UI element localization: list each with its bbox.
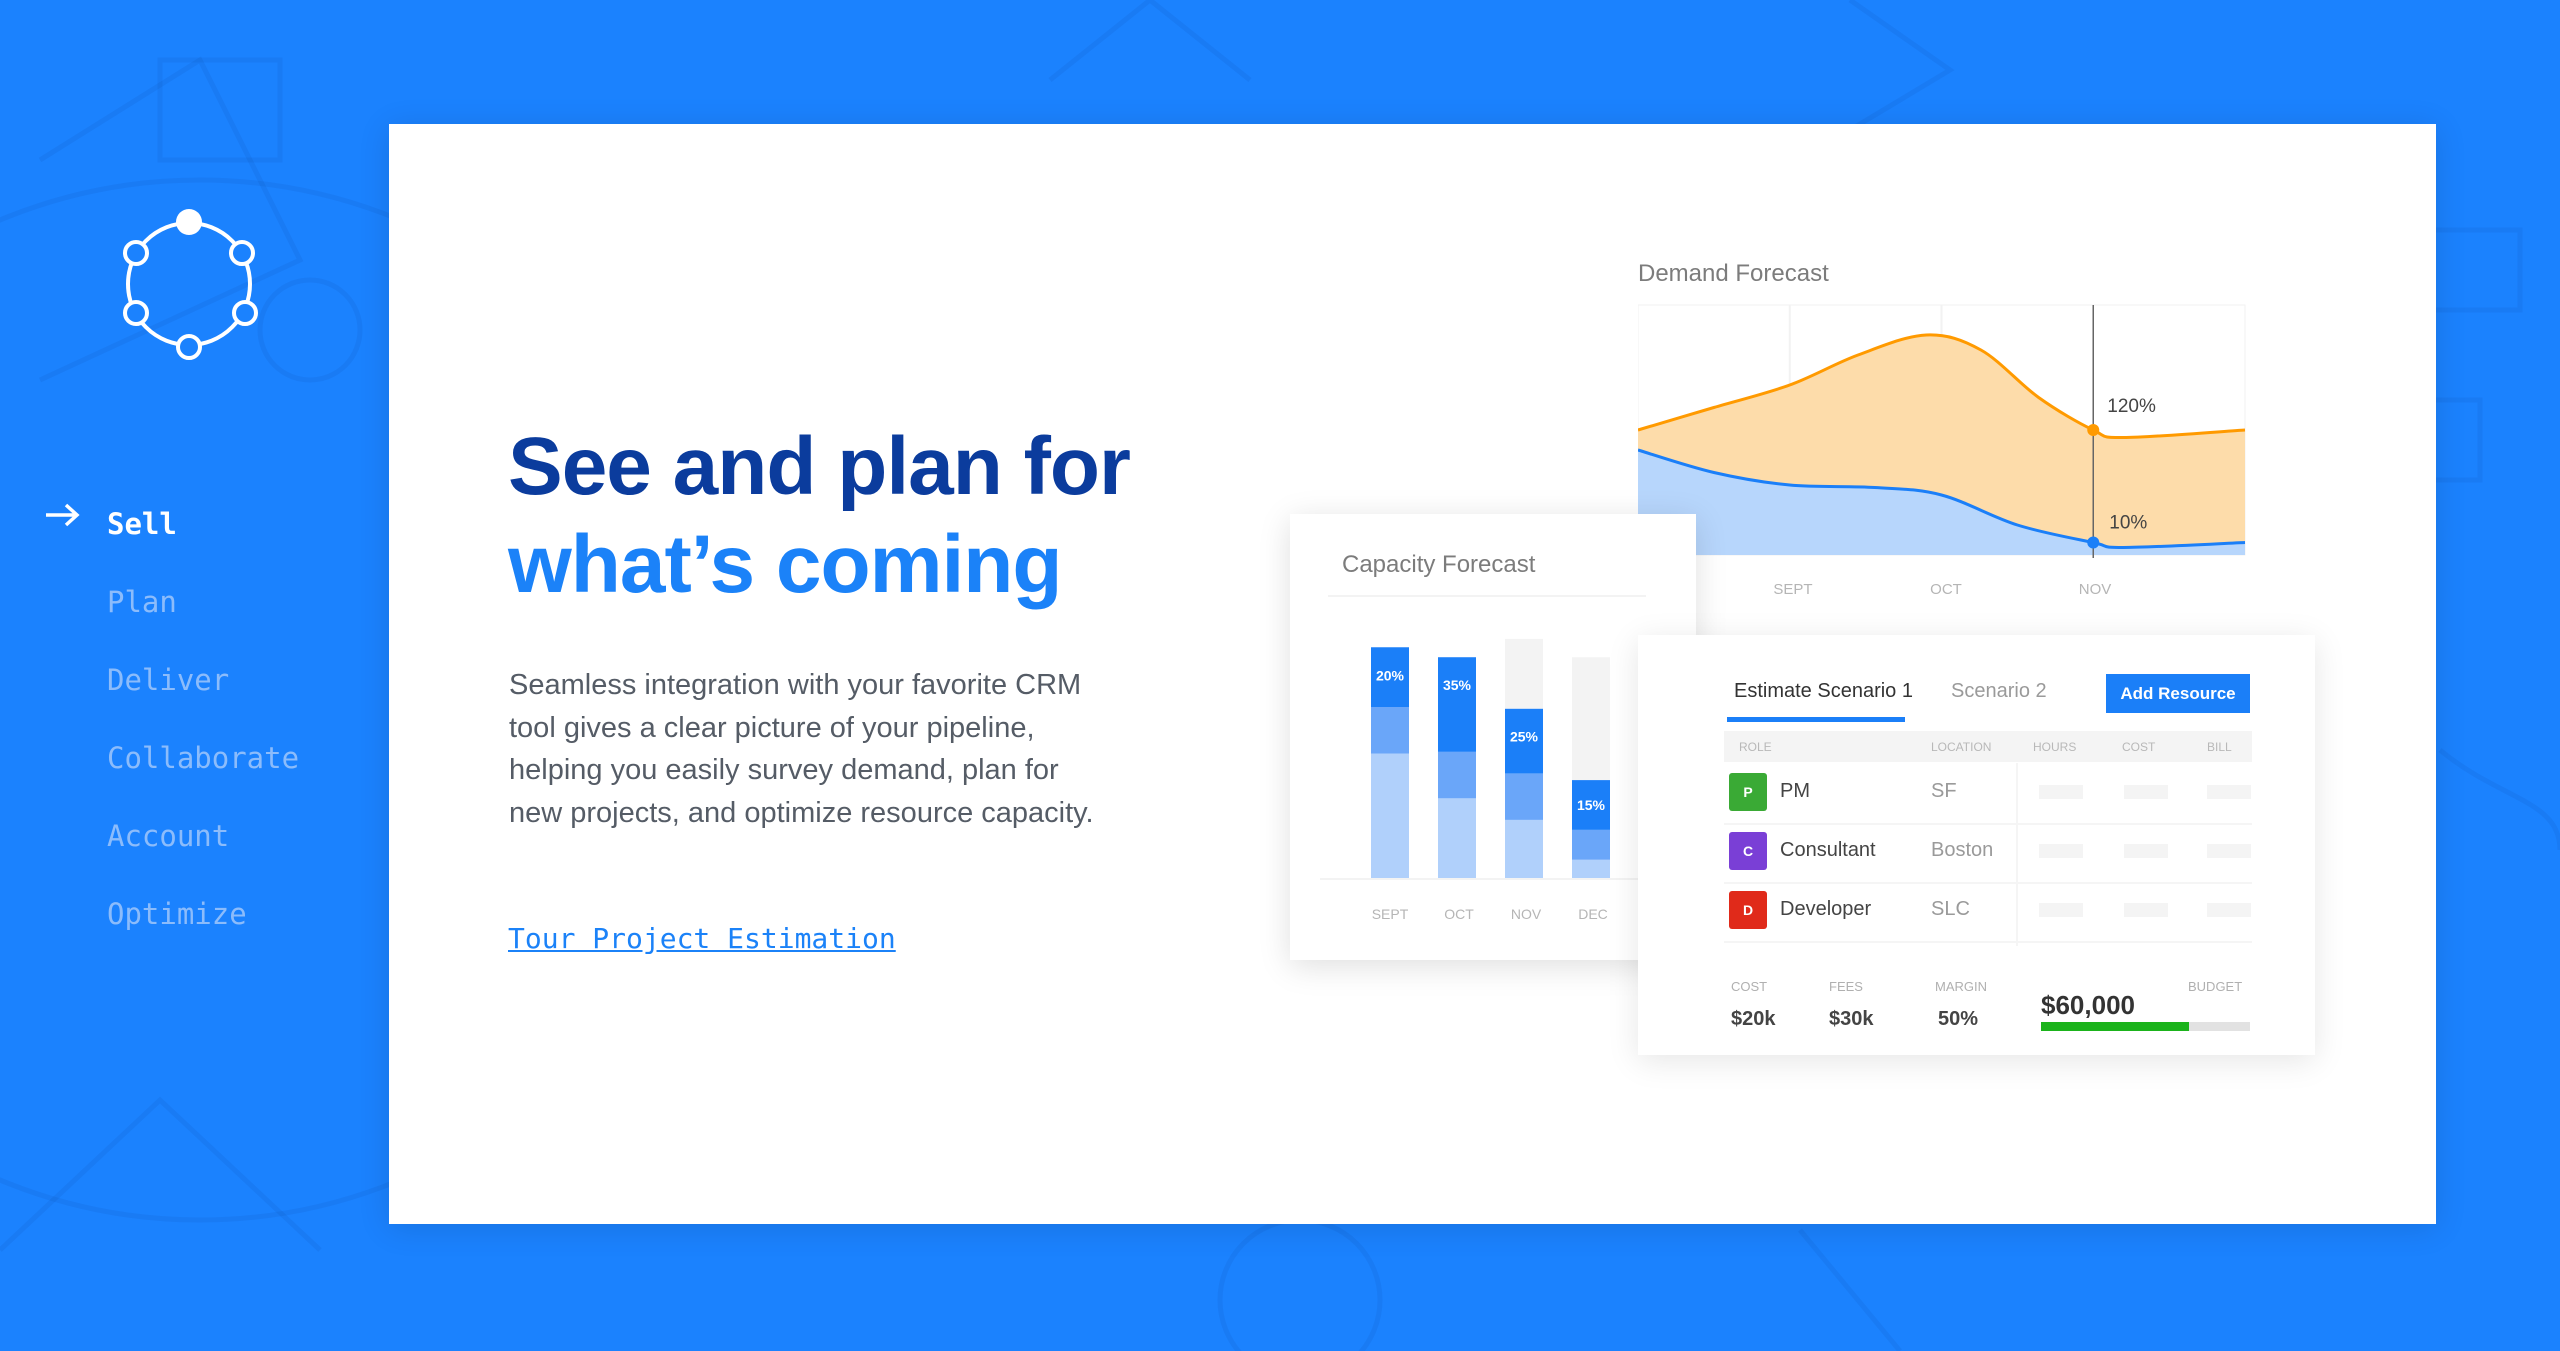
bar-segment-dec xyxy=(1572,859,1610,878)
add-resource-button[interactable]: Add Resource xyxy=(2106,674,2250,713)
fees-label: FEES xyxy=(1829,979,1863,994)
budget-label: BUDGET xyxy=(2188,979,2243,994)
estimate-card: Estimate Scenario 1 Scenario 2 Add Resou… xyxy=(1638,635,2315,1055)
bar-data-label: 35% xyxy=(1443,677,1472,693)
bar-x-label: OCT xyxy=(1444,906,1474,922)
nav-item-collaborate[interactable]: Collaborate xyxy=(107,741,299,775)
margin-value: 50% xyxy=(1938,1008,1979,1030)
column-header: BILL xyxy=(2207,740,2232,754)
bar-data-label: 15% xyxy=(1577,797,1606,813)
cost-placeholder xyxy=(2124,903,2168,917)
table-header: ROLE LOCATION HOURS COST BILL xyxy=(1724,731,2252,762)
margin-label: MARGIN xyxy=(1935,979,1987,994)
nav-item-plan[interactable]: Plan xyxy=(107,585,177,619)
orange-marker-label: 120% xyxy=(2107,396,2156,417)
bar-segment-nov xyxy=(1505,819,1543,878)
active-tab-indicator xyxy=(1727,717,1905,722)
blue-marker-point xyxy=(2087,536,2100,549)
demand-forecast-title: Demand Forecast xyxy=(1638,260,1829,287)
nav-item-sell[interactable]: Sell xyxy=(107,507,177,541)
hours-placeholder xyxy=(2039,844,2083,858)
role-name: Developer xyxy=(1780,898,1872,920)
demand-forecast-chart: 120% 10% xyxy=(1638,304,2246,558)
nav-item-account[interactable]: Account xyxy=(107,819,229,853)
bar-x-label: SEPT xyxy=(1372,906,1409,922)
role-location: SLC xyxy=(1931,898,1970,920)
role-name: Consultant xyxy=(1780,839,1876,861)
bar-segment-oct xyxy=(1438,657,1476,752)
arrow-right-icon xyxy=(46,503,80,527)
capacity-forecast-chart: 20% SEPT 35% OCT 25% NOV 15% DEC xyxy=(1320,638,1646,922)
role-location: SF xyxy=(1931,780,1957,802)
role-avatar: P xyxy=(1729,773,1767,811)
capacity-forecast-card: Capacity Forecast 20% SEPT 35% OCT 25% NOV 15%… xyxy=(1290,514,1696,960)
page-title: See and plan for what’s coming xyxy=(508,418,1131,614)
demand-x-label: NOV xyxy=(2078,581,2112,598)
tour-project-estimation-link[interactable]: Tour Project Estimation xyxy=(508,922,896,955)
cost-value: $20k xyxy=(1731,1008,1776,1030)
demand-x-label: OCT xyxy=(1930,581,1962,598)
bar-segment-sept xyxy=(1371,753,1409,878)
role-avatar: C xyxy=(1729,832,1767,870)
table-row[interactable]: P PM SF xyxy=(1724,764,2252,825)
budget-value: $60,000 xyxy=(2041,990,2135,1020)
orange-marker-point xyxy=(2087,424,2100,436)
bar-segment-sept xyxy=(1371,707,1409,754)
headline-line-2: what’s coming xyxy=(508,519,1062,610)
demand-x-label: SEPT xyxy=(1773,581,1813,598)
bar-segment-dec xyxy=(1572,829,1610,860)
role-avatar: D xyxy=(1729,891,1767,929)
blue-marker-label: 10% xyxy=(2109,513,2147,534)
logo[interactable] xyxy=(118,200,268,365)
tab-estimate-scenario-1[interactable]: Estimate Scenario 1 xyxy=(1734,680,1913,703)
cost-placeholder xyxy=(2124,785,2168,799)
bar-x-label: NOV xyxy=(1511,906,1542,922)
nav-item-optimize[interactable]: Optimize xyxy=(107,897,247,931)
table-row[interactable]: D Developer SLC xyxy=(1724,882,2252,943)
tab-scenario-2[interactable]: Scenario 2 xyxy=(1951,680,2047,703)
bar-segment-oct xyxy=(1438,798,1476,878)
bar-segment-dec xyxy=(1572,657,1610,781)
table-row[interactable]: C Consultant Boston xyxy=(1724,823,2252,884)
bar-segment-nov xyxy=(1505,773,1543,820)
budget-progress-fill xyxy=(2041,1022,2190,1031)
bar-segment-oct xyxy=(1438,751,1476,799)
cost-placeholder xyxy=(2124,844,2168,858)
description: Seamless integration with your favorite … xyxy=(509,669,1094,829)
headline-line-1: See and plan for xyxy=(508,421,1131,512)
bar-data-label: 25% xyxy=(1510,729,1539,745)
column-header: LOCATION xyxy=(1931,740,1992,754)
column-header: HOURS xyxy=(2033,740,2077,754)
bar-x-label: DEC xyxy=(1578,906,1608,922)
fees-value: $30k xyxy=(1829,1008,1874,1030)
nav-item-deliver[interactable]: Deliver xyxy=(107,663,229,697)
bar-data-label: 20% xyxy=(1376,667,1405,683)
budget-progress-bar xyxy=(2041,1022,2250,1031)
role-location: Boston xyxy=(1931,839,1994,861)
bill-placeholder xyxy=(2207,785,2251,799)
bar-segment-nov xyxy=(1505,638,1543,709)
column-header: COST xyxy=(2122,740,2156,754)
hours-placeholder xyxy=(2039,785,2083,799)
cost-label: COST xyxy=(1731,979,1768,994)
bill-placeholder xyxy=(2207,844,2251,858)
column-header: ROLE xyxy=(1739,740,1772,754)
bill-placeholder xyxy=(2207,903,2251,917)
hours-placeholder xyxy=(2039,903,2083,917)
role-name: PM xyxy=(1780,780,1810,802)
